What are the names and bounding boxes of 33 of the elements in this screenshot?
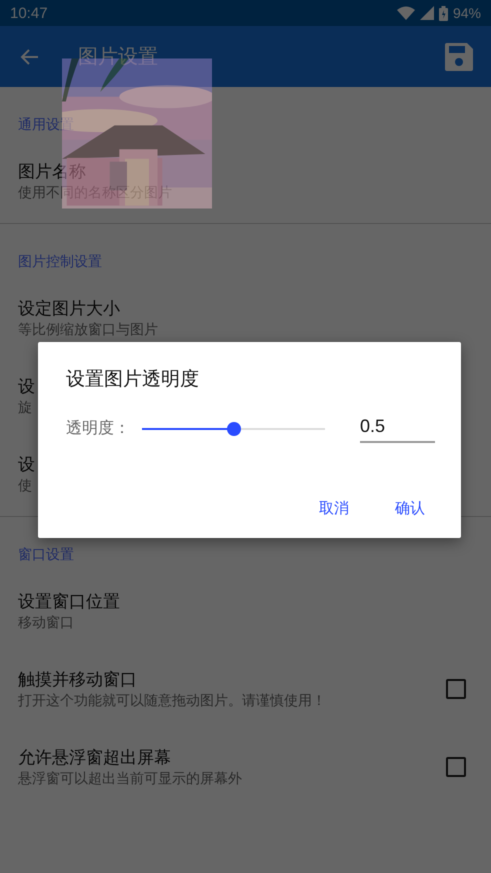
dialog-button[interactable]: 确认 <box>385 491 435 526</box>
item-subtitle: 等比例缩放窗口与图片 <box>18 321 158 340</box>
item-title: 设定图片大小 <box>18 298 121 320</box>
item-subtitle: 移动窗口 <box>18 614 75 633</box>
section-header: 窗口设置 <box>18 547 74 563</box>
item-title: 设置窗口位置 <box>18 591 120 613</box>
item-subtitle: 打开这个功能就可以随意拖动图片。请谨慎使用！ <box>18 692 326 711</box>
item-subtitle: 旋 <box>18 399 33 418</box>
checkbox[interactable] <box>446 757 466 777</box>
settings-item[interactable]: 允许悬浮窗超出屏幕 悬浮窗可以超出当前可显示的屏幕外 <box>0 731 491 809</box>
dialog-button[interactable]: 取消 <box>309 491 359 526</box>
back-arrow-icon[interactable] <box>20 46 40 66</box>
item-title: 允许悬浮窗超出屏幕 <box>18 747 172 769</box>
opacity-slider[interactable] <box>142 422 325 436</box>
item-subtitle: 使 <box>18 477 33 496</box>
item-title: 触摸并移动窗口 <box>18 669 138 691</box>
section-header: 图片控制设置 <box>18 254 102 270</box>
item-title: 设 <box>18 376 35 398</box>
checkbox[interactable] <box>446 679 466 699</box>
signal-icon <box>420 6 434 20</box>
settings-item[interactable]: 触摸并移动窗口 打开这个功能就可以随意拖动图片。请谨慎使用！ <box>0 653 491 731</box>
section-header: 通用设置 <box>18 117 74 133</box>
dialog-title: 设置图片透明度 <box>66 367 200 392</box>
save-icon[interactable] <box>445 42 473 70</box>
battery-percent: 94% <box>452 5 481 21</box>
item-title: 设 <box>18 454 35 476</box>
settings-item[interactable]: 设置窗口位置 移动窗口 <box>0 575 491 653</box>
clock-time: 10:47 <box>10 4 48 22</box>
slider-thumb[interactable] <box>226 422 241 436</box>
field-label: 透明度： <box>66 418 131 439</box>
item-subtitle: 悬浮窗可以超出当前可显示的屏幕外 <box>18 770 242 789</box>
battery-icon <box>438 6 448 20</box>
wifi-icon <box>396 6 415 20</box>
